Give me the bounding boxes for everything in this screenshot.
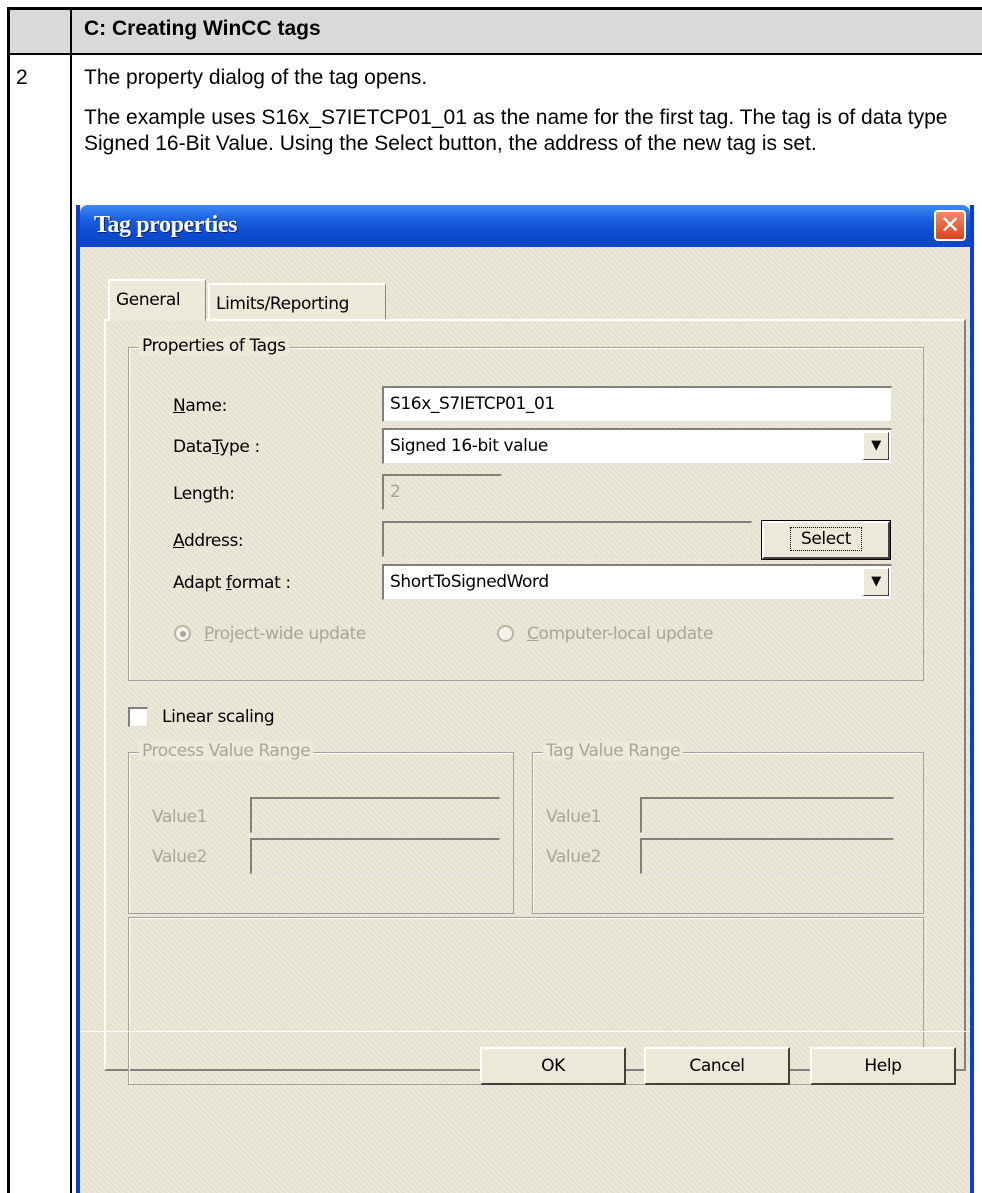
name-input[interactable]: S16x_S7IETCP01_01 [382,386,892,422]
radio-project-wide [174,625,191,642]
process-value-range-group: Process Value Range [128,741,514,914]
radio-computer-local-label: Computer-local update [527,624,714,644]
adapt-format-label: Adapt format : [173,573,291,593]
datatype-value: Signed 16-bit value [390,436,548,456]
document-table: C: Creating WinCC tags 2 The property di… [0,0,982,1193]
linear-scaling-label[interactable]: Linear scaling [162,707,275,727]
properties-group-label: Properties of Tags [139,336,289,356]
tag-value2-label: Value2 [546,847,602,867]
radio-project-wide-label: Project-wide update [204,624,366,644]
cancel-button[interactable]: Cancel [644,1047,790,1085]
process-value1-label: Value1 [152,807,208,827]
adapt-format-value: ShortToSignedWord [390,572,549,592]
adapt-format-combobox[interactable]: ShortToSignedWord ▼ [382,564,892,600]
process-value2-input [250,838,500,874]
ok-button[interactable]: OK [480,1047,626,1085]
step-paragraph-2: The example uses S16x_S7IETCP01_01 as th… [84,106,948,155]
tag-value1-label: Value1 [546,807,602,827]
dialog-title: Tag properties [94,212,238,238]
close-icon[interactable]: ✕ [934,210,966,241]
dialog-titlebar[interactable]: Tag properties ✕ [80,205,970,247]
name-label: Name: [173,396,227,416]
process-range-label: Process Value Range [139,741,314,761]
process-value2-label: Value2 [152,847,208,867]
linear-scaling-checkbox[interactable] [128,707,148,727]
table-column-divider [70,7,72,1193]
datatype-label: DataType : [173,437,260,457]
chevron-down-icon[interactable]: ▼ [863,568,889,596]
section-title: C: Creating WinCC tags [84,17,321,40]
address-input [382,521,752,557]
step-paragraph-1: The property dialog of the tag opens. [84,66,428,89]
address-label: Address: [173,531,244,551]
length-label: Length: [173,484,235,504]
help-button[interactable]: Help [810,1047,956,1085]
tab-limits-reporting[interactable]: Limits/Reporting [208,283,386,321]
length-input: 2 [382,474,502,510]
datatype-combobox[interactable]: Signed 16-bit value ▼ [382,428,892,464]
tag-properties-dialog: Tag properties ✕ General Limits/Reportin… [76,205,974,1193]
tag-range-label: Tag Value Range [543,741,684,761]
tag-value2-input [640,838,894,874]
radio-computer-local [497,625,514,642]
button-bar-separator [80,1031,970,1032]
select-button-label: Select [789,527,863,551]
tag-value1-input [640,797,894,833]
tag-value-range-group: Tag Value Range [532,741,924,914]
table-left-border [7,7,10,1193]
tab-general[interactable]: General [108,279,206,321]
step-number: 2 [16,66,28,89]
chevron-down-icon[interactable]: ▼ [863,432,889,460]
dialog-body: General Limits/Reporting Properties of T… [80,247,970,1193]
select-button[interactable]: Select [761,520,891,560]
process-value1-input [250,797,500,833]
